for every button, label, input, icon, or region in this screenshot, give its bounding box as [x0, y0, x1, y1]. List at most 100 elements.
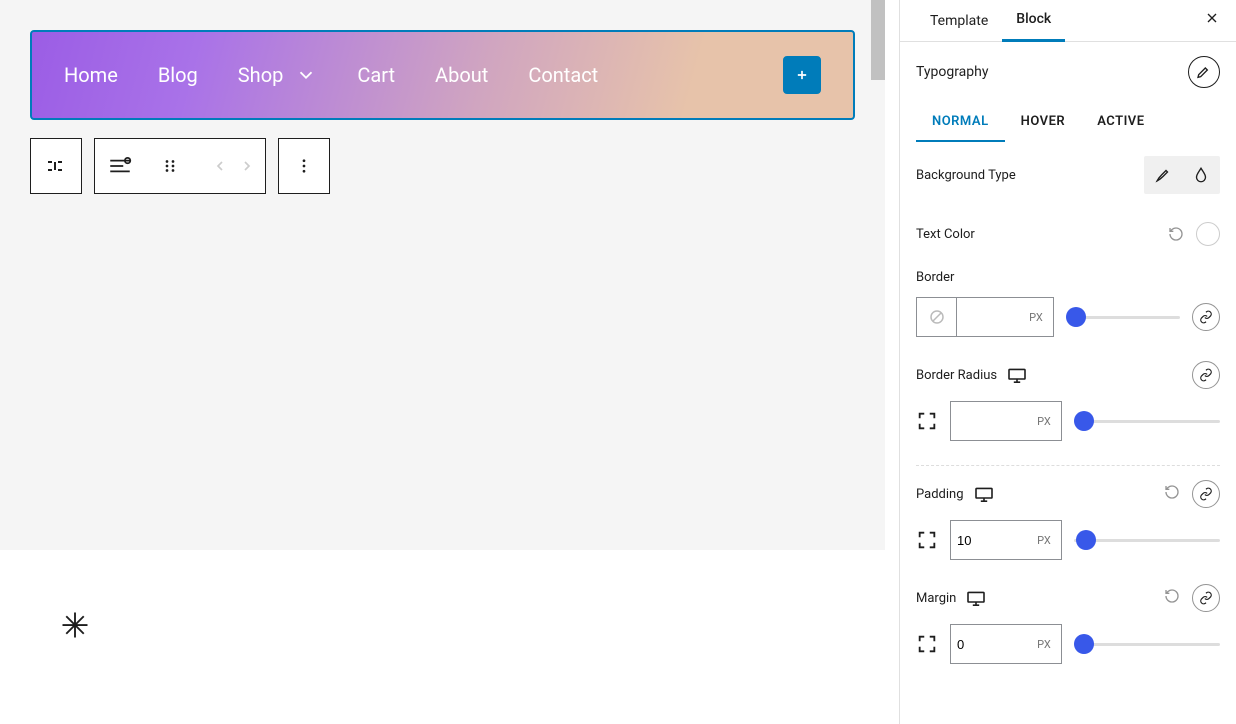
- scrollbar-thumb[interactable]: [871, 0, 885, 80]
- nav-item-home[interactable]: Home: [64, 63, 118, 87]
- reset-icon: [1168, 226, 1184, 242]
- padding-unit[interactable]: PX: [1027, 521, 1061, 559]
- corners-icon[interactable]: [916, 529, 938, 551]
- margin-section: Margin PX: [900, 574, 1236, 678]
- typography-edit-button[interactable]: [1188, 56, 1220, 88]
- padding-reset-button[interactable]: [1160, 480, 1184, 504]
- pencil-icon: [1196, 64, 1212, 80]
- border-width-input[interactable]: [957, 298, 1019, 336]
- chevron-down-icon: [295, 64, 317, 86]
- layout-button[interactable]: [95, 139, 145, 193]
- margin-label: Margin: [916, 591, 956, 606]
- margin-reset-button[interactable]: [1160, 584, 1184, 608]
- margin-unit[interactable]: PX: [1027, 625, 1061, 663]
- border-radius-input[interactable]: [951, 402, 1027, 440]
- state-tab-hover[interactable]: HOVER: [1005, 102, 1082, 142]
- bg-classic-button[interactable]: [1144, 156, 1182, 194]
- border-color-swatch[interactable]: [917, 298, 957, 336]
- chevron-right-icon: [239, 158, 255, 174]
- margin-link-button[interactable]: [1192, 584, 1220, 612]
- add-block-button[interactable]: [783, 56, 821, 94]
- text-color-reset-button[interactable]: [1164, 222, 1188, 246]
- desktop-icon[interactable]: [966, 590, 986, 606]
- tab-block[interactable]: Block: [1002, 0, 1065, 42]
- close-icon: [1204, 10, 1220, 26]
- nav-item-shop[interactable]: Shop: [238, 63, 318, 87]
- margin-input[interactable]: [951, 625, 1027, 663]
- typography-label: Typography: [916, 64, 988, 80]
- drag-handle-button[interactable]: [145, 139, 195, 193]
- padding-label: Padding: [916, 487, 964, 502]
- tab-template[interactable]: Template: [916, 0, 1002, 42]
- toolbar-group-3: [278, 138, 330, 194]
- background-type-row: Background Type: [900, 142, 1236, 208]
- reset-icon: [1164, 588, 1180, 604]
- nav-item-about[interactable]: About: [435, 63, 488, 87]
- link-icon: [1199, 591, 1213, 605]
- canvas-header-area: Home Blog Shop Cart About Contact: [0, 0, 885, 550]
- padding-section: Padding PX: [900, 470, 1236, 574]
- margin-input-group: PX: [950, 624, 1062, 664]
- chevron-left-icon: [212, 158, 228, 174]
- link-icon: [1199, 487, 1213, 501]
- text-color-row: Text Color: [900, 208, 1236, 260]
- text-color-label: Text Color: [916, 227, 975, 242]
- border-radius-slider[interactable]: [1074, 420, 1220, 423]
- nav-block-icon: [44, 154, 68, 178]
- border-slider[interactable]: [1066, 316, 1180, 319]
- canvas-scrollbar[interactable]: [871, 0, 885, 724]
- desktop-icon[interactable]: [1007, 367, 1027, 383]
- padding-slider[interactable]: [1074, 539, 1220, 542]
- bg-type-toggle: [1144, 156, 1220, 194]
- border-section: Border PX: [900, 260, 1236, 351]
- toolbar-group-1: [30, 138, 82, 194]
- layout-icon: [107, 153, 133, 179]
- padding-input[interactable]: [951, 521, 1027, 559]
- brush-icon: [1154, 166, 1172, 184]
- border-radius-input-group: PX: [950, 401, 1062, 441]
- margin-slider[interactable]: [1074, 643, 1220, 646]
- none-icon: [928, 308, 946, 326]
- text-color-swatch[interactable]: [1196, 222, 1220, 246]
- close-sidebar-button[interactable]: [1204, 10, 1220, 31]
- droplet-icon: [1192, 166, 1210, 184]
- padding-slider-thumb[interactable]: [1076, 530, 1096, 550]
- more-vertical-icon: [295, 157, 313, 175]
- padding-input-group: PX: [950, 520, 1062, 560]
- state-tab-active[interactable]: ACTIVE: [1081, 102, 1160, 142]
- reset-icon: [1164, 484, 1180, 500]
- more-options-button[interactable]: [279, 139, 329, 193]
- move-right-button[interactable]: [229, 139, 265, 193]
- border-label: Border: [916, 270, 1220, 285]
- border-radius-slider-thumb[interactable]: [1074, 411, 1094, 431]
- navigation-block[interactable]: Home Blog Shop Cart About Contact: [30, 30, 855, 120]
- border-radius-link-button[interactable]: [1192, 361, 1220, 389]
- sidebar-tabs: Template Block: [900, 0, 1236, 42]
- nav-item-cart[interactable]: Cart: [357, 63, 395, 87]
- desktop-icon[interactable]: [974, 486, 994, 502]
- bg-gradient-button[interactable]: [1182, 156, 1220, 194]
- border-radius-section: Border Radius PX: [900, 351, 1236, 455]
- nav-item-label: Shop: [238, 63, 284, 87]
- block-toolbar: [30, 138, 855, 194]
- border-input-group: PX: [916, 297, 1054, 337]
- border-link-button[interactable]: [1192, 303, 1220, 331]
- nav-item-blog[interactable]: Blog: [158, 63, 198, 87]
- border-slider-thumb[interactable]: [1066, 307, 1086, 327]
- bg-type-label: Background Type: [916, 168, 1016, 183]
- border-unit[interactable]: PX: [1019, 298, 1053, 336]
- padding-link-button[interactable]: [1192, 480, 1220, 508]
- state-tab-normal[interactable]: NORMAL: [916, 102, 1005, 142]
- nav-item-contact[interactable]: Contact: [528, 63, 598, 87]
- canvas-body-area: [0, 550, 885, 700]
- spark-icon: [60, 610, 90, 640]
- drag-icon: [161, 157, 179, 175]
- corners-icon[interactable]: [916, 410, 938, 432]
- border-radius-label: Border Radius: [916, 368, 997, 383]
- margin-slider-thumb[interactable]: [1074, 634, 1094, 654]
- typography-panel-header[interactable]: Typography: [900, 42, 1236, 102]
- block-type-button[interactable]: [31, 139, 81, 193]
- corners-icon[interactable]: [916, 633, 938, 655]
- link-icon: [1199, 310, 1213, 324]
- border-radius-unit[interactable]: PX: [1027, 402, 1061, 440]
